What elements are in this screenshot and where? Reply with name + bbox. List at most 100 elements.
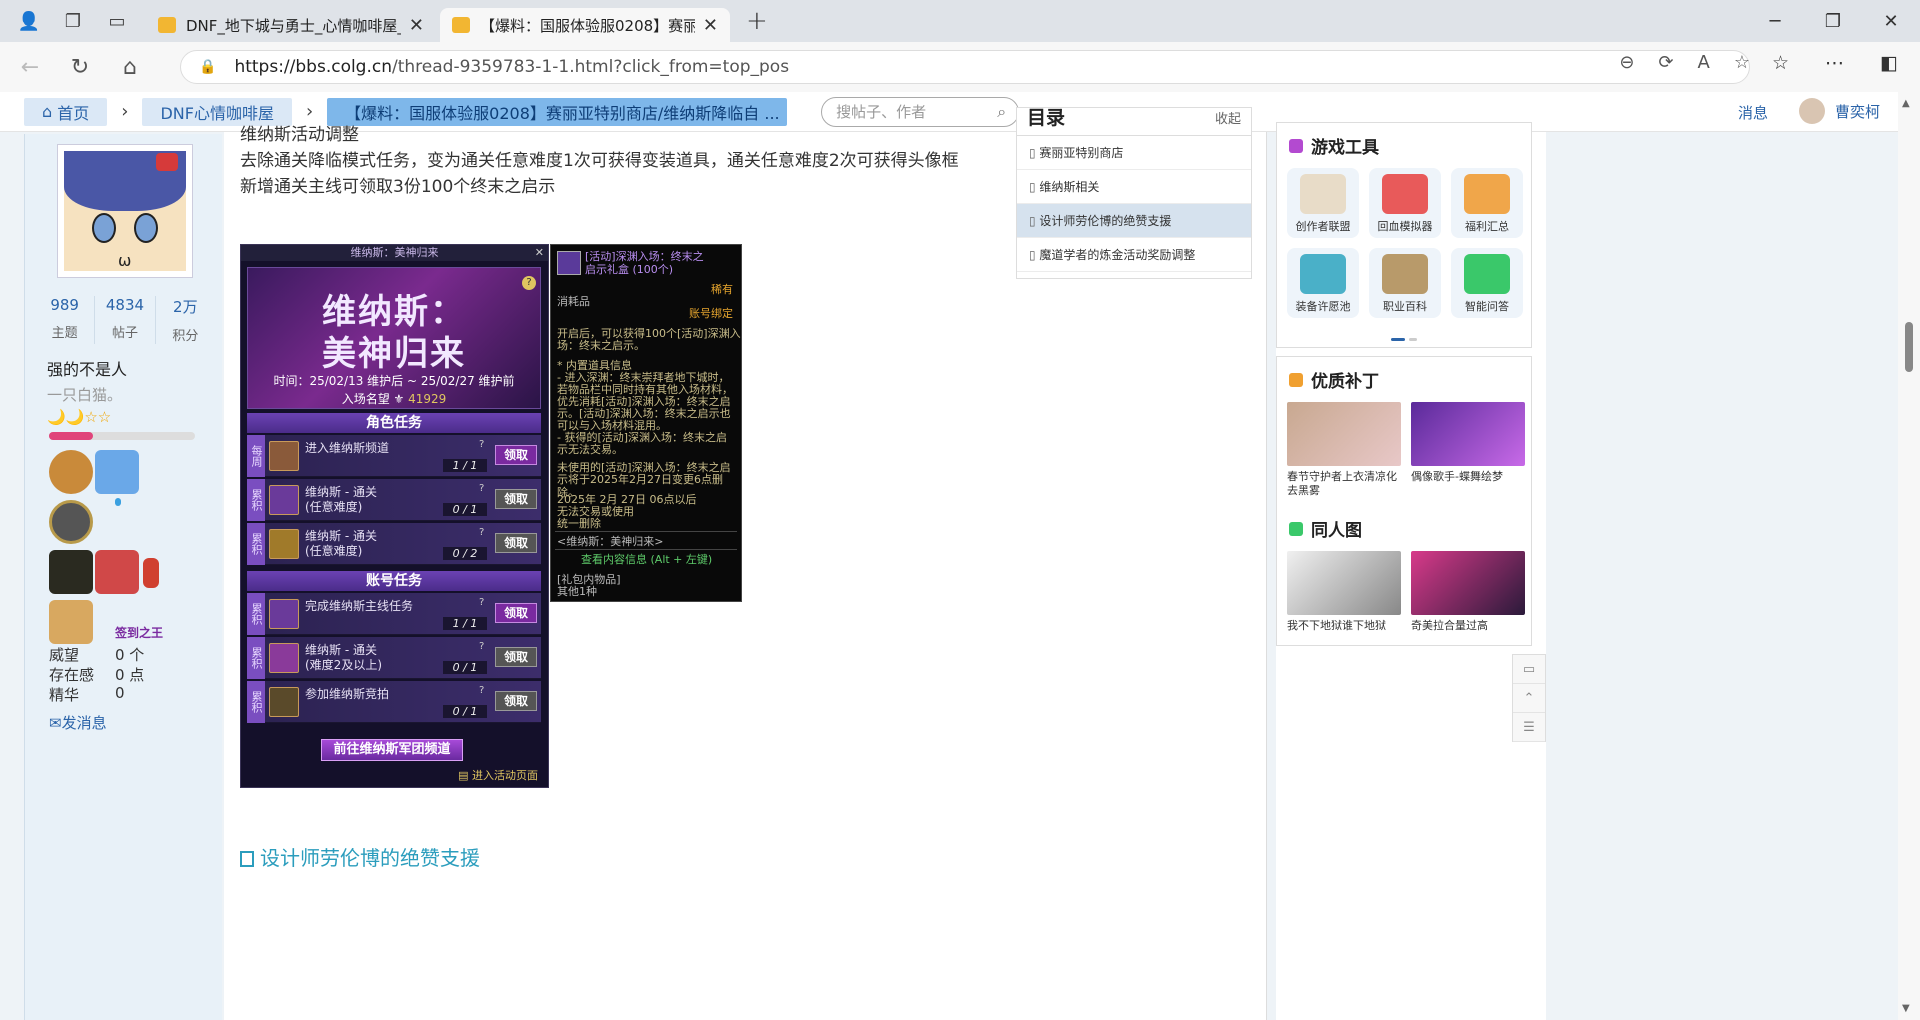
address-bar: ← ↻ ⌂ 🔒 https://bbs.colg.cn/thread-93597… — [0, 42, 1920, 92]
game-task-row: 每周 进入维纳斯频道 ? 1 / 1 领取 — [247, 435, 541, 477]
task-icon — [269, 599, 299, 629]
prestige-row: 威望 0 个 — [49, 646, 145, 664]
tool-creator-league[interactable]: 创作者联盟 — [1287, 168, 1359, 238]
patch-card[interactable]: 春节守护者上衣清凉化去黑雾 — [1287, 402, 1401, 498]
medal-monkey-icon[interactable] — [49, 450, 93, 494]
task-icon — [269, 485, 299, 515]
new-tab-button[interactable]: + — [746, 6, 768, 36]
restore-icon[interactable]: ❐ — [1804, 0, 1862, 42]
back-icon[interactable]: ← — [10, 47, 50, 87]
content-divider — [1266, 132, 1276, 1020]
toc-collapse-button[interactable]: 收起 — [1215, 110, 1241, 130]
back-to-top-icon[interactable]: ⌃ — [1513, 684, 1545, 713]
floating-tools: ▭ ⌃ ☰ — [1512, 654, 1546, 742]
tool-class-wiki[interactable]: 职业百科 — [1369, 248, 1441, 318]
mail-icon: ✉ — [49, 714, 62, 732]
minimize-icon[interactable]: ─ — [1746, 0, 1804, 42]
fanart-card[interactable]: 奇美拉合量过高 — [1411, 551, 1525, 633]
game-task-row: 累积 维纳斯 - 通关 (任意难度) ? 0 / 2 领取 — [247, 523, 541, 565]
list-icon[interactable]: ☰ — [1513, 713, 1545, 742]
favorite-star-icon[interactable]: ☆ — [1734, 52, 1750, 73]
translate-icon[interactable]: ⟳ — [1658, 52, 1673, 73]
search-icon[interactable]: ⌕ — [997, 102, 1006, 122]
page: ⌂ 首页 › DNF心情咖啡屋 › 【爆料：国服体验服0208】赛丽亚特别商店/… — [0, 92, 1920, 1020]
medal-ribbon-icon[interactable] — [143, 558, 159, 588]
scroll-up-icon[interactable]: ▲ — [1902, 98, 1910, 109]
medal-face-icon[interactable] — [95, 450, 139, 494]
author-name[interactable]: 强的不是人 — [47, 356, 127, 380]
profile-icon[interactable]: 👤 — [14, 6, 44, 36]
breadcrumb-home[interactable]: ⌂ 首页 — [24, 97, 108, 126]
section-heading: 设计师劳伦博的绝赞支援 — [240, 842, 480, 871]
close-window-icon[interactable]: ✕ — [1862, 0, 1920, 42]
medal-gold-icon[interactable] — [49, 600, 93, 644]
post-line: 维纳斯活动调整 — [240, 125, 359, 145]
game-screenshot[interactable]: 维纳斯：美神归来 ✕ 维纳斯： 美神归来 时间：25/02/13 维护后 ~ 25… — [240, 244, 549, 788]
home-icon[interactable]: ⌂ — [110, 47, 150, 87]
tool-wish-pool[interactable]: 装备许愿池 — [1287, 248, 1359, 318]
stat-posts[interactable]: 4834 帖子 — [95, 296, 156, 344]
medal-drop-icon — [115, 498, 121, 506]
favicon-icon — [452, 17, 470, 33]
medal-dark-icon[interactable] — [49, 550, 93, 594]
task-icon — [269, 643, 299, 673]
item-tooltip-image[interactable]: [活动]深渊入场：终末之 启示礼盒 (100个) 稀有 消耗品 账号绑定 开启后，… — [550, 244, 742, 602]
toc-item[interactable]: 赛丽亚特别商店 — [1017, 136, 1251, 170]
item-icon — [557, 251, 581, 275]
toc-item[interactable]: 魔道学者的炼金活动奖励调整 — [1017, 238, 1251, 272]
bookmark-icon — [240, 851, 254, 867]
close-tab-icon[interactable]: ✕ — [703, 15, 718, 36]
task-icon — [269, 687, 299, 717]
tab-actions-icon[interactable]: ▭ — [102, 6, 132, 36]
level-moons: 🌙🌙☆☆ — [47, 408, 112, 426]
stat-points[interactable]: 2万 积分 — [156, 296, 215, 344]
chevron-right-icon: › — [121, 101, 129, 122]
level-bar — [49, 432, 195, 440]
more-icon[interactable]: ⋯ — [1825, 52, 1844, 74]
workspaces-icon[interactable]: ❐ — [58, 6, 88, 36]
game-banner: 维纳斯： 美神归来 时间：25/02/13 维护后 ~ 25/02/27 维护前… — [247, 267, 541, 409]
tab-inactive[interactable]: DNF_地下城与勇士_心情咖啡屋_边... ✕ — [146, 8, 436, 42]
send-message-link[interactable]: ✉发消息 — [49, 712, 107, 733]
zoom-out-icon[interactable]: ⊖ — [1619, 52, 1634, 73]
fanart-card[interactable]: 我不下地狱谁下地狱 — [1287, 551, 1401, 633]
window-controls: ─ ❐ ✕ — [1746, 0, 1920, 42]
patch-card[interactable]: 偶像歌手-蝶舞绘梦 — [1411, 402, 1525, 498]
medal-redhair-icon[interactable] — [95, 550, 139, 594]
game-task-row: 累积 完成维纳斯主线任务 ? 1 / 1 领取 — [247, 593, 541, 635]
post-line: 新增通关主线可领取3份100个终末之启示 — [240, 177, 556, 197]
page-scrollbar[interactable]: ▲ ▼ — [1898, 92, 1920, 1020]
post-line: 去除通关降临模式任务，变为通关任意难度1次可获得变装道具，通关任意难度2次可获得… — [240, 151, 959, 171]
author-sidebar: ω 989 主题 4834 帖子 2万 积分 强的不是人 一只白猫。 🌙🌙☆☆ 签到之… — [24, 134, 222, 1020]
tool-smart-qa[interactable]: 智能问答 — [1451, 248, 1523, 318]
author-avatar[interactable]: ω — [57, 144, 193, 278]
tool-hp-simulator[interactable]: 回血模拟器 — [1369, 168, 1441, 238]
refresh-icon[interactable]: ↻ — [60, 47, 100, 87]
close-tab-icon[interactable]: ✕ — [409, 15, 424, 36]
game-task-row: 累积 参加维纳斯竞拍 ? 0 / 1 领取 — [247, 681, 541, 723]
help-icon: ? — [522, 276, 536, 290]
stat-threads[interactable]: 989 主题 — [35, 296, 96, 344]
sidebar-icon[interactable]: ◧ — [1880, 52, 1898, 74]
breadcrumb-current[interactable]: 【爆料：国服体验服0208】赛丽亚特别商店/维纳斯降临自 ... — [327, 97, 788, 126]
search-input[interactable]: 搜帖子、作者 ⌕ — [821, 96, 1020, 127]
tool-welfare[interactable]: 福利汇总 — [1451, 168, 1523, 238]
game-tools-panel: 游戏工具 创作者联盟 回血模拟器 福利汇总 装备许愿池 职业百科 智能问答 — [1276, 122, 1532, 348]
toc-item[interactable]: 维纳斯相关 — [1017, 170, 1251, 204]
toc-item[interactable]: 设计师劳伦博的绝赞支援 — [1017, 204, 1251, 238]
lock-icon[interactable]: 🔒 — [199, 59, 216, 75]
task-icon — [269, 441, 299, 471]
carousel-dots[interactable] — [1277, 326, 1531, 345]
medal-text[interactable]: 签到之王 — [115, 624, 163, 641]
tab-active[interactable]: 【爆料：国服体验服0208】赛丽亚... ✕ — [440, 8, 730, 42]
url-field[interactable]: 🔒 https://bbs.colg.cn/thread-9359783-1-1… — [180, 50, 1750, 84]
scroll-down-icon[interactable]: ▼ — [1902, 1003, 1910, 1014]
messages-link[interactable]: 消息 — [1738, 102, 1768, 123]
user-menu[interactable]: 曹奕柯 — [1798, 98, 1880, 124]
scrollbar-thumb[interactable] — [1905, 322, 1913, 372]
essence-row: 精华 0 — [49, 684, 125, 704]
medal-create-icon[interactable] — [49, 500, 93, 544]
favorites-icon[interactable]: ☆ — [1772, 52, 1789, 74]
comment-icon[interactable]: ▭ — [1513, 655, 1545, 684]
read-aloud-icon[interactable]: A — [1698, 52, 1710, 73]
